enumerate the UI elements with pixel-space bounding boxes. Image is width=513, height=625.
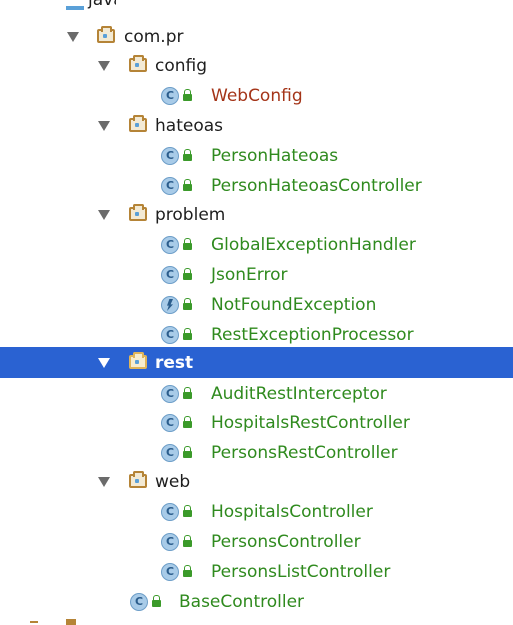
class-label: WebConfig bbox=[211, 86, 303, 106]
lock-icon bbox=[183, 446, 192, 458]
class-c-icon: C bbox=[161, 503, 179, 521]
lock-icon bbox=[183, 298, 192, 310]
class-c-icon: C bbox=[161, 444, 179, 462]
class-c-icon: C bbox=[130, 593, 148, 611]
class-c-icon: C bbox=[161, 266, 179, 284]
partial-folder-icon bbox=[66, 619, 76, 625]
expand-arrow-icon[interactable] bbox=[67, 32, 79, 42]
package-label: hateoas bbox=[155, 116, 223, 136]
class-c-icon: C bbox=[161, 533, 179, 551]
lock-icon bbox=[183, 505, 192, 517]
tree-row-personslistcontroller[interactable]: C PersonsListController bbox=[0, 557, 513, 587]
package-label: problem bbox=[155, 205, 226, 225]
class-label: PersonsListController bbox=[211, 562, 391, 582]
tree-row-auditrestinterceptor[interactable]: C AuditRestInterceptor bbox=[0, 379, 513, 409]
tree-row-restexceptionprocessor[interactable]: C RestExceptionProcessor bbox=[0, 320, 513, 350]
class-label: BaseController bbox=[179, 592, 305, 612]
class-label: GlobalExceptionHandler bbox=[211, 235, 416, 255]
tree-row-problem[interactable]: problem bbox=[0, 200, 513, 230]
package-folder-icon bbox=[129, 55, 147, 72]
class-c-icon: C bbox=[161, 414, 179, 432]
partial-row-java: java bbox=[66, 0, 116, 10]
project-tree: java com.pr config C WebConfig hateoas C… bbox=[0, 0, 513, 625]
expand-arrow-icon[interactable] bbox=[98, 477, 110, 487]
tree-row-globalexceptionhandler[interactable]: C GlobalExceptionHandler bbox=[0, 230, 513, 260]
tree-row-personscontroller[interactable]: C PersonsController bbox=[0, 527, 513, 557]
package-label: rest bbox=[155, 353, 194, 373]
class-c-icon: C bbox=[161, 236, 179, 254]
lock-icon bbox=[183, 89, 192, 101]
partial-row-label: java bbox=[88, 0, 116, 10]
package-folder-icon bbox=[129, 204, 147, 221]
lock-icon bbox=[183, 328, 192, 340]
lock-icon bbox=[183, 268, 192, 280]
package-folder-icon bbox=[129, 352, 147, 369]
exception-class-icon bbox=[161, 296, 179, 314]
class-label: HospitalsController bbox=[211, 502, 373, 522]
class-label: PersonHateoasController bbox=[211, 176, 422, 196]
package-folder-icon bbox=[129, 115, 147, 132]
tree-row-hospitalscontroller[interactable]: C HospitalsController bbox=[0, 497, 513, 527]
package-label: config bbox=[155, 56, 208, 76]
package-folder-icon bbox=[129, 471, 147, 488]
class-label: PersonsRestController bbox=[211, 443, 398, 463]
package-label: web bbox=[155, 472, 191, 492]
class-c-icon: C bbox=[161, 326, 179, 344]
expand-arrow-icon[interactable] bbox=[98, 210, 110, 220]
expand-arrow-icon[interactable] bbox=[98, 358, 110, 368]
tree-row-webconfig[interactable]: C WebConfig bbox=[0, 81, 513, 111]
lock-icon bbox=[183, 387, 192, 399]
partial-arrow-icon bbox=[30, 621, 38, 623]
package-folder-icon bbox=[97, 26, 115, 43]
class-label: AuditRestInterceptor bbox=[211, 384, 387, 404]
lock-icon bbox=[183, 238, 192, 250]
tree-row-rest[interactable]: rest bbox=[0, 347, 513, 378]
lock-icon bbox=[183, 179, 192, 191]
tree-row-hospitalsrestcontroller[interactable]: C HospitalsRestController bbox=[0, 408, 513, 438]
class-label: PersonsController bbox=[211, 532, 361, 552]
partial-row-bottom bbox=[30, 618, 130, 625]
lock-icon bbox=[183, 535, 192, 547]
tree-row-personhateoas[interactable]: C PersonHateoas bbox=[0, 141, 513, 171]
class-c-icon: C bbox=[161, 87, 179, 105]
tree-row-config[interactable]: config bbox=[0, 51, 513, 81]
class-label: NotFoundException bbox=[211, 295, 377, 315]
lock-icon bbox=[183, 565, 192, 577]
package-label: com.pr bbox=[124, 27, 184, 47]
lock-icon bbox=[183, 149, 192, 161]
tree-row-jsonerror[interactable]: C JsonError bbox=[0, 260, 513, 290]
source-folder-icon bbox=[66, 6, 84, 10]
tree-row-personsrestcontroller[interactable]: C PersonsRestController bbox=[0, 438, 513, 468]
class-label: RestExceptionProcessor bbox=[211, 325, 414, 345]
lock-icon bbox=[183, 416, 192, 428]
class-label: HospitalsRestController bbox=[211, 413, 410, 433]
expand-arrow-icon[interactable] bbox=[98, 121, 110, 131]
tree-row-personhateoascontroller[interactable]: C PersonHateoasController bbox=[0, 171, 513, 201]
tree-row-basecontroller[interactable]: C BaseController bbox=[0, 587, 513, 617]
lock-icon bbox=[152, 595, 161, 607]
class-c-icon: C bbox=[161, 147, 179, 165]
expand-arrow-icon[interactable] bbox=[98, 61, 110, 71]
class-label: PersonHateoas bbox=[211, 146, 339, 166]
class-label: JsonError bbox=[211, 265, 288, 285]
tree-row-hateoas[interactable]: hateoas bbox=[0, 111, 513, 141]
tree-row-web[interactable]: web bbox=[0, 467, 513, 497]
tree-row-com-pr[interactable]: com.pr bbox=[0, 22, 513, 52]
class-c-icon: C bbox=[161, 385, 179, 403]
class-c-icon: C bbox=[161, 563, 179, 581]
class-c-icon: C bbox=[161, 177, 179, 195]
tree-row-notfoundexception[interactable]: NotFoundException bbox=[0, 290, 513, 320]
